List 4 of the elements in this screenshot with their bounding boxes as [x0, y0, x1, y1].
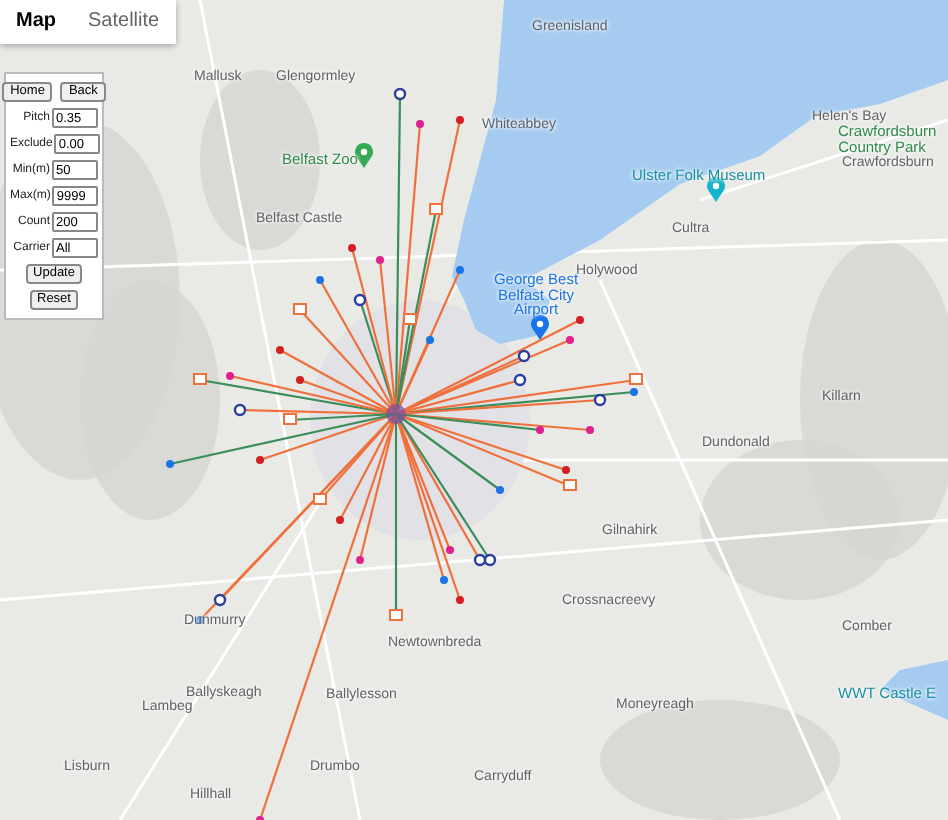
map-type-tab[interactable]: Map	[0, 0, 72, 44]
map-pin-icon[interactable]	[531, 314, 549, 340]
map-type-tab[interactable]: Satellite	[72, 0, 176, 44]
map-pin-icon[interactable]	[355, 142, 373, 168]
